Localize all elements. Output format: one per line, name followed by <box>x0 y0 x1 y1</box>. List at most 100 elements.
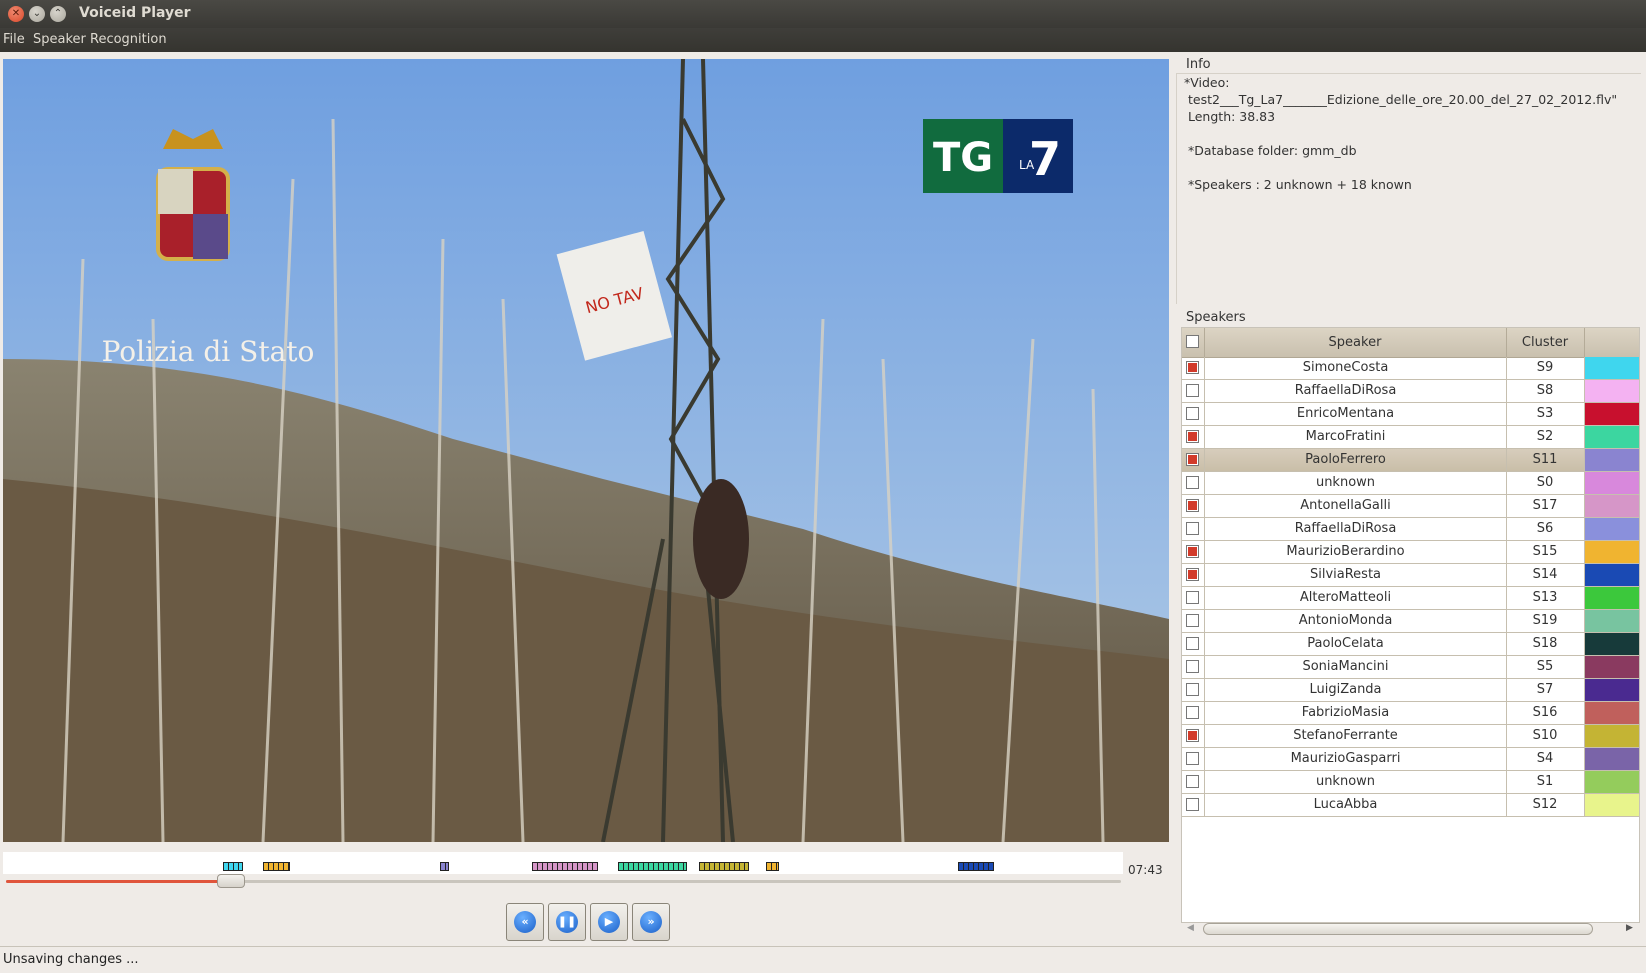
table-horizontal-scrollbar[interactable]: ◀ ▶ <box>1181 921 1640 937</box>
video-frame[interactable]: NO TAV Polizia di Stato TG LA 7 <box>3 59 1169 842</box>
scroll-thumb[interactable] <box>1203 923 1593 935</box>
table-row[interactable]: RaffaellaDiRosa S6 <box>1182 518 1639 541</box>
forward-button[interactable]: » <box>632 903 670 941</box>
speaker-color-swatch[interactable] <box>1585 748 1639 770</box>
timeline-segment[interactable] <box>531 862 598 871</box>
speaker-checkbox[interactable] <box>1186 729 1199 742</box>
speaker-checkbox[interactable] <box>1186 752 1199 765</box>
maximize-window-button[interactable]: ⌃ <box>50 6 66 22</box>
speaker-color-swatch[interactable] <box>1585 449 1639 471</box>
speaker-color-swatch[interactable] <box>1585 633 1639 655</box>
table-row[interactable]: unknown S0 <box>1182 472 1639 495</box>
table-row[interactable]: RaffaellaDiRosa S8 <box>1182 380 1639 403</box>
speaker-name: AlteroMatteoli <box>1299 590 1392 605</box>
speaker-color-swatch[interactable] <box>1585 541 1639 563</box>
speaker-checkbox[interactable] <box>1186 407 1199 420</box>
speaker-color-swatch[interactable] <box>1585 587 1639 609</box>
table-row[interactable]: EnricoMentana S3 <box>1182 403 1639 426</box>
speaker-name: AntonioMonda <box>1298 613 1393 628</box>
speaker-checkbox[interactable] <box>1186 660 1199 673</box>
speaker-checkbox[interactable] <box>1186 637 1199 650</box>
info-video-file: test2___Tg_La7_______Edizione_delle_ore_… <box>1188 92 1618 107</box>
table-row[interactable]: StefanoFerrante S10 <box>1182 725 1639 748</box>
menu-file[interactable]: File <box>3 32 25 47</box>
select-all-checkbox[interactable] <box>1186 335 1199 348</box>
speaker-name: RaffaellaDiRosa <box>1294 383 1397 398</box>
minimize-window-button[interactable]: ⌄ <box>29 6 45 22</box>
timeline-segment[interactable] <box>958 862 995 871</box>
table-row[interactable]: FabrizioMasia S16 <box>1182 702 1639 725</box>
table-row[interactable]: MaurizioBerardino S15 <box>1182 541 1639 564</box>
speaker-checkbox[interactable] <box>1186 453 1199 466</box>
timeline-segment[interactable] <box>222 862 243 871</box>
speaker-color-swatch[interactable] <box>1585 679 1639 701</box>
table-row[interactable]: SoniaMancini S5 <box>1182 656 1639 679</box>
timeline-segment[interactable] <box>698 862 749 871</box>
speaker-checkbox[interactable] <box>1186 683 1199 696</box>
table-row[interactable]: SilviaResta S14 <box>1182 564 1639 587</box>
speaker-checkbox[interactable] <box>1186 591 1199 604</box>
table-row[interactable]: LucaAbba S12 <box>1182 794 1639 817</box>
info-db-folder: *Database folder: gmm_db <box>1188 143 1357 158</box>
table-row[interactable]: PaoloFerrero S11 <box>1182 449 1639 472</box>
speaker-checkbox[interactable] <box>1186 775 1199 788</box>
column-cluster[interactable]: Cluster <box>1506 335 1584 350</box>
scroll-left-icon[interactable]: ◀ <box>1187 923 1194 933</box>
table-row[interactable]: MarcoFratini S2 <box>1182 426 1639 449</box>
table-row[interactable]: unknown S1 <box>1182 771 1639 794</box>
speaker-color-swatch[interactable] <box>1585 610 1639 632</box>
window-title: Voiceid Player <box>79 5 191 21</box>
timeline-segment[interactable] <box>439 862 449 871</box>
speaker-checkbox[interactable] <box>1186 361 1199 374</box>
timeline-segment[interactable] <box>765 862 780 871</box>
speaker-checkbox[interactable] <box>1186 430 1199 443</box>
speaker-cluster: S16 <box>1532 705 1558 720</box>
speaker-color-swatch[interactable] <box>1585 702 1639 724</box>
seek-handle[interactable] <box>217 874 245 888</box>
table-row[interactable]: LuigiZanda S7 <box>1182 679 1639 702</box>
speaker-color-swatch[interactable] <box>1585 564 1639 586</box>
speaker-color-swatch[interactable] <box>1585 472 1639 494</box>
speaker-checkbox[interactable] <box>1186 476 1199 489</box>
table-row[interactable]: AlteroMatteoli S13 <box>1182 587 1639 610</box>
speaker-color-swatch[interactable] <box>1585 495 1639 517</box>
menu-speaker-recognition[interactable]: Speaker Recognition <box>33 32 167 47</box>
speaker-checkbox[interactable] <box>1186 499 1199 512</box>
table-row[interactable]: SimoneCosta S9 <box>1182 357 1639 380</box>
speaker-color-swatch[interactable] <box>1585 403 1639 425</box>
video-logo-caption: Polizia di Stato <box>102 335 315 368</box>
speaker-checkbox[interactable] <box>1186 614 1199 627</box>
speaker-color-swatch[interactable] <box>1585 518 1639 540</box>
pause-button[interactable]: ❚❚ <box>548 903 586 941</box>
speaker-color-swatch[interactable] <box>1585 357 1639 379</box>
column-speaker[interactable]: Speaker <box>1204 335 1506 350</box>
speaker-checkbox[interactable] <box>1186 798 1199 811</box>
speaker-checkbox[interactable] <box>1186 706 1199 719</box>
table-row[interactable]: PaoloCelata S18 <box>1182 633 1639 656</box>
speaker-name: EnricoMentana <box>1296 406 1395 421</box>
speaker-name: PaoloFerrero <box>1305 452 1386 467</box>
info-video-label: *Video: <box>1184 75 1230 90</box>
timeline-segment[interactable] <box>617 862 688 871</box>
table-row[interactable]: MaurizioGasparri S4 <box>1182 748 1639 771</box>
speaker-color-swatch[interactable] <box>1585 426 1639 448</box>
timeline-segment[interactable] <box>262 862 290 871</box>
seek-bar[interactable] <box>6 880 1121 883</box>
scroll-right-icon[interactable]: ▶ <box>1626 923 1633 933</box>
speaker-color-swatch[interactable] <box>1585 380 1639 402</box>
speaker-color-swatch[interactable] <box>1585 771 1639 793</box>
speaker-checkbox[interactable] <box>1186 545 1199 558</box>
video-image: NO TAV Polizia di Stato TG LA 7 <box>3 59 1169 842</box>
table-row[interactable]: AntonioMonda S19 <box>1182 610 1639 633</box>
play-button[interactable]: ▶ <box>590 903 628 941</box>
speaker-checkbox[interactable] <box>1186 384 1199 397</box>
table-header: Speaker Cluster <box>1182 328 1639 358</box>
speaker-color-swatch[interactable] <box>1585 725 1639 747</box>
speaker-checkbox[interactable] <box>1186 568 1199 581</box>
close-window-button[interactable]: ✕ <box>8 6 24 22</box>
speaker-color-swatch[interactable] <box>1585 656 1639 678</box>
table-row[interactable]: AntonellaGalli S17 <box>1182 495 1639 518</box>
speaker-checkbox[interactable] <box>1186 522 1199 535</box>
speaker-color-swatch[interactable] <box>1585 794 1639 816</box>
rewind-button[interactable]: « <box>506 903 544 941</box>
